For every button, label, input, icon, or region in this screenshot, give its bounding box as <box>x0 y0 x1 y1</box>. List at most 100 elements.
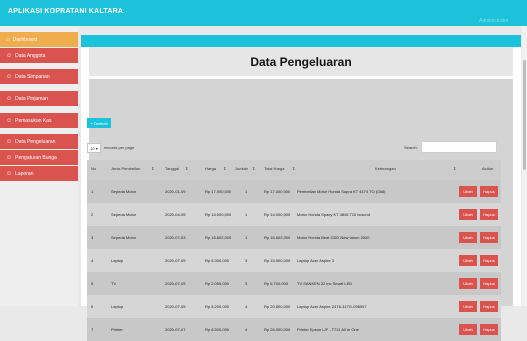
sidebar-item-label: Pengaturan Bunga <box>15 154 57 161</box>
table-cell: Rp 16.602,000 <box>205 235 232 240</box>
table-row: 3 Sepeda Motor 2020-07-03 Rp 16.602,000 1 Rp … <box>87 226 501 249</box>
table-cell: 7 <box>91 327 94 332</box>
user-menu[interactable]: Administrator <box>479 9 519 24</box>
table-cell: Rp 5.700,000 <box>264 281 289 286</box>
search-input[interactable] <box>421 141 497 153</box>
sidebar-item-laporan[interactable]: ☺ Laporan <box>0 166 78 181</box>
users-icon: ☺ <box>6 138 13 145</box>
delete-button[interactable]: Hapus <box>480 209 498 220</box>
records-per-page-label: records per page <box>104 145 135 150</box>
page-scrollbar[interactable] <box>522 26 527 306</box>
column-header-action: Action <box>482 166 494 171</box>
table-cell: Rp 26.000,000 <box>264 327 291 332</box>
sidebar-item-pengaturan-bunga[interactable]: ☺ Pengaturan Bunga <box>0 150 78 165</box>
sidebar-item-pemasukan-kas[interactable]: ☺ Pemasukan Kas <box>0 113 78 128</box>
column-header-harga[interactable]: Harga <box>205 166 216 171</box>
edit-button[interactable]: Ubah <box>459 301 477 312</box>
edit-button[interactable]: Ubah <box>459 209 477 220</box>
column-header-keterangan[interactable]: Keterangan <box>375 166 396 171</box>
sort-icon: ⇕ <box>252 166 256 171</box>
table-row: 1 Sepeda Motor 2020-01-09 Rp 17.000,000 1 Rp … <box>87 180 501 203</box>
sidebar-item-data-simpanan[interactable]: ☺ Data Simpanan <box>0 69 78 84</box>
sidebar-item-dashboard[interactable]: ⌂ Dashboard <box>0 32 78 47</box>
table-cell: Rp 14.000,000 <box>205 212 232 217</box>
table-cell: 2020-07-03 <box>165 235 186 240</box>
table-cell: 2020-07-05 <box>165 258 186 263</box>
table-cell: 4 <box>245 304 248 309</box>
table-cell: 3 <box>245 258 248 263</box>
title-band <box>81 35 521 47</box>
table-cell: Rp 16.602,000 <box>264 235 291 240</box>
table-row: 7 Printer 2020-07-07 Rp 6.500,000 4 Rp 26.000… <box>87 318 501 341</box>
sidebar-item-data-pinjaman[interactable]: ☺ Data Pinjaman <box>0 91 78 106</box>
table-row: 4 Laptop 2020-07-05 Rp 5.300,000 3 Rp 15.900,… <box>87 249 501 272</box>
sort-icon: ⇕ <box>292 166 296 171</box>
column-header-total[interactable]: Total Harga <box>264 166 284 171</box>
table-cell: Printer Epson L/F - T711 All In One <box>297 327 359 332</box>
column-header-tanggal[interactable]: Tanggal <box>165 166 179 171</box>
column-header-jenis[interactable]: Jenis Pembelian <box>111 166 140 171</box>
edit-button[interactable]: Ubah <box>459 324 477 335</box>
delete-button[interactable]: Hapus <box>480 324 498 335</box>
sidebar-item-label: Laporan <box>15 170 34 177</box>
table-cell: 5 <box>91 281 94 286</box>
column-header-jumlah[interactable]: Jumlah <box>235 166 248 171</box>
delete-button[interactable]: Hapus <box>480 232 498 243</box>
app-brand[interactable]: APLIKASI KOPRATANI KALTARA <box>8 8 123 15</box>
table-cell: Rp 14.000,000 <box>264 212 291 217</box>
delete-button[interactable]: Hapus <box>480 255 498 266</box>
sort-icon: ⇕ <box>453 166 457 171</box>
table-row: 2 Sepeda Motor 2020-04-05 Rp 14.000,000 1 Rp … <box>87 203 501 226</box>
table-cell: Pembelian Motor Honda Supra KT 4474 TO (… <box>297 189 386 194</box>
table-cell: Rp 5.300,000 <box>205 258 230 263</box>
table-cell: Sepeda Motor <box>111 212 137 217</box>
delete-button[interactable]: Hapus <box>480 278 498 289</box>
column-header-no[interactable]: No <box>91 166 96 171</box>
table-cell: 3 <box>245 281 248 286</box>
table-cell: Printer <box>111 327 123 332</box>
table-cell: 1 <box>245 212 248 217</box>
table-cell: Rp 5.200,000 <box>205 304 230 309</box>
sidebar-item-label: Data Pinjaman <box>15 95 48 102</box>
scrollbar-thumb[interactable] <box>523 60 526 170</box>
table-cell: TV <box>111 281 117 286</box>
table-cell: TV SANKEN 32 inc Smart LED <box>297 281 353 286</box>
users-icon: ☺ <box>6 52 13 59</box>
users-icon: ☺ <box>6 117 13 124</box>
table-row: 5 TV 2020-07-05 Rp 2.050,000 3 Rp 5.700,000 TV… <box>87 272 501 295</box>
table-cell: Rp 17.000,000 <box>264 189 291 194</box>
table-cell: Laptop Acer Aspire 3 <box>297 258 334 263</box>
table-row: 6 Laptop 2020-07-05 Rp 5.200,000 4 Rp 20.800,… <box>87 295 501 318</box>
edit-button[interactable]: Ubah <box>459 255 477 266</box>
table-cell: 3 <box>91 235 94 240</box>
edit-button[interactable]: Ubah <box>459 186 477 197</box>
table-cell: Rp 6.500,000 <box>205 327 230 332</box>
sidebar-item-data-pengeluaran[interactable]: ☺ Data Pengeluaran <box>0 134 78 149</box>
table-cell: 2020-07-05 <box>165 304 186 309</box>
table-cell: Laptop Acer Aspire Z476-31TD-096957 <box>297 304 367 309</box>
home-icon: ⌂ <box>6 36 10 43</box>
table-cell: Motor Honda Beat CDD New tahun 2020 <box>297 235 370 240</box>
sort-icon: ⇕ <box>151 166 155 171</box>
table-cell: 1 <box>245 189 248 194</box>
users-icon: ☺ <box>6 73 13 80</box>
delete-button[interactable]: Hapus <box>480 186 498 197</box>
edit-button[interactable]: Ubah <box>459 278 477 289</box>
users-icon: ☺ <box>6 95 13 102</box>
chevron-down-icon: ▾ <box>94 145 98 151</box>
delete-button[interactable]: Hapus <box>480 301 498 312</box>
add-button[interactable]: + Tambah <box>87 118 111 128</box>
table-cell: 2020-07-05 <box>165 281 186 286</box>
table-cell: 2020-04-05 <box>165 212 186 217</box>
page-title-box: Data Pengeluaran <box>89 47 513 76</box>
search-label: Search: <box>404 145 418 150</box>
table-cell: Rp 17.000,000 <box>205 189 232 194</box>
sidebar-item-label: Dashboard <box>12 36 38 43</box>
sidebar-item-data-anggota[interactable]: ☺ Data Anggota <box>0 48 78 63</box>
records-per-page-select[interactable]: 10 ▾ <box>87 143 101 153</box>
table-cell: Rp 20.800,000 <box>264 304 291 309</box>
edit-button[interactable]: Ubah <box>459 232 477 243</box>
table-cell: 4 <box>91 258 94 263</box>
users-icon: ☺ <box>6 170 13 177</box>
table-cell: 4 <box>245 327 248 332</box>
